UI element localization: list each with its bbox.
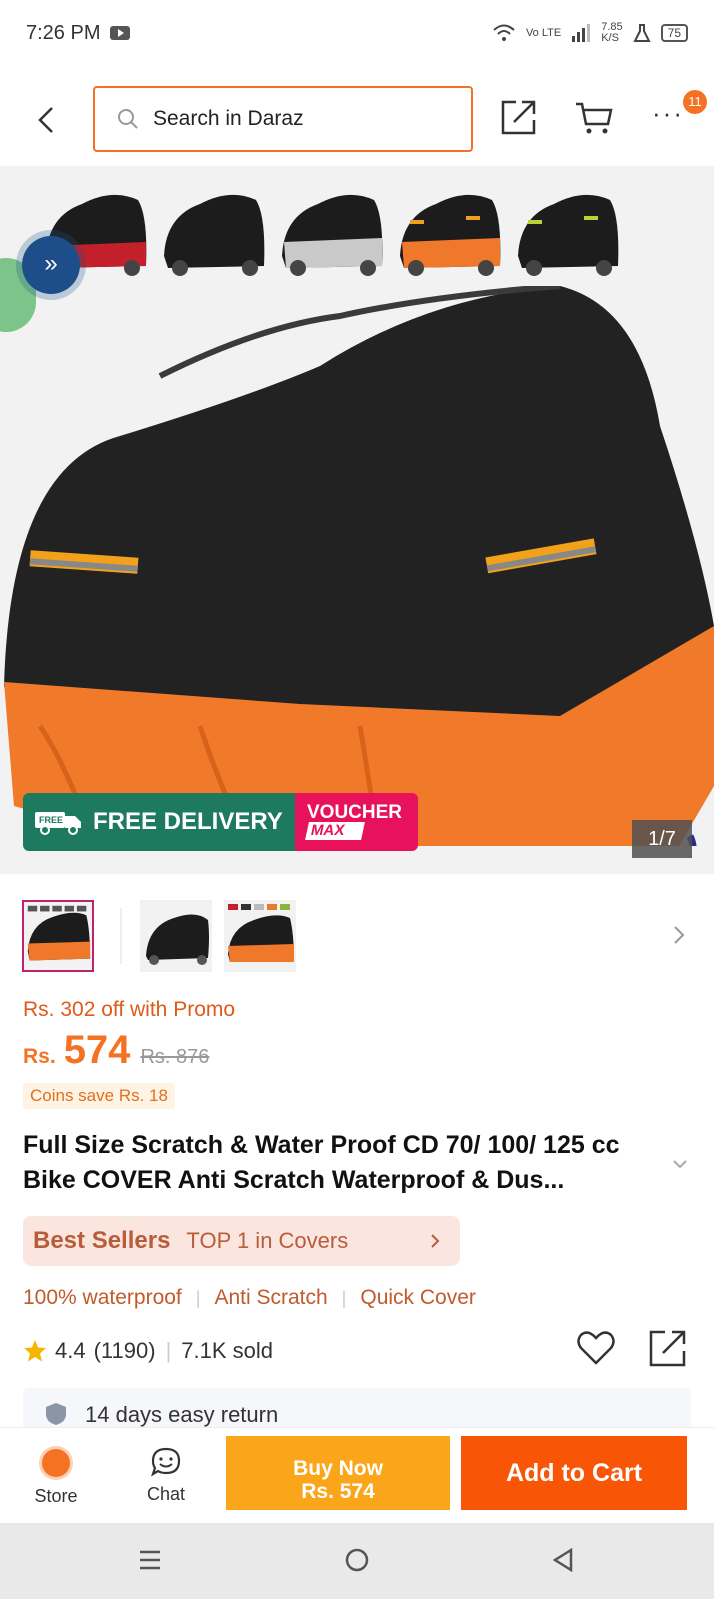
original-price: Rs. 876: [140, 1046, 210, 1068]
share-icon[interactable]: [648, 1328, 688, 1368]
tag-separator: |: [195, 1287, 201, 1308]
tag-separator: |: [341, 1287, 347, 1308]
image-counter: 1/7: [632, 820, 692, 858]
recent-apps-icon[interactable]: [138, 1549, 162, 1571]
store-logo-icon: [39, 1446, 73, 1480]
buy-now-button[interactable]: Buy Now Rs. 574: [226, 1436, 450, 1510]
rating-row: 4.4 (1190) | 7.1K sold: [23, 1330, 703, 1367]
promo-text: Rs. 302 off with Promo: [23, 998, 236, 1021]
wifi-icon: [493, 24, 515, 41]
add-to-cart-button[interactable]: Add to Cart: [461, 1436, 687, 1510]
status-icons: Vo LTE 7.85 K/S 75: [492, 22, 688, 44]
variant-black-thumb[interactable]: [160, 186, 268, 278]
tag-anti-scratch: Anti Scratch: [214, 1286, 328, 1309]
signal-icon: [572, 24, 591, 42]
thumbnail-1[interactable]: [22, 900, 94, 972]
variant-silver-thumb[interactable]: [278, 186, 386, 278]
notification-badge: 11: [683, 90, 707, 114]
tag-waterproof: 100% waterproof: [23, 1286, 182, 1309]
status-bar: 7:26 PM Vo LTE 7.85 K/S 75: [0, 0, 714, 66]
free-badge-text: FREE: [39, 815, 63, 825]
product-main-image[interactable]: [0, 286, 714, 846]
voucher-label: VOUCHER: [307, 802, 403, 823]
image-thumbnails: [22, 900, 702, 974]
star-icon: [24, 1340, 46, 1362]
best-sellers-rank: TOP 1 in Covers: [186, 1228, 349, 1253]
chat-label: Chat: [146, 1484, 186, 1504]
max-label: MAX: [305, 822, 365, 840]
product-gallery[interactable]: » FREE FREE DELIVERY VOUCHER MAX 1/7: [0, 166, 714, 874]
share-icon[interactable]: [500, 98, 538, 136]
best-sellers-label: Best Sellers: [33, 1227, 171, 1254]
price-value: 574: [63, 1028, 131, 1072]
buy-now-label: Buy Now: [293, 1457, 383, 1480]
buy-now-price: Rs. 574: [301, 1480, 375, 1503]
battery-indicator: 75: [660, 24, 688, 42]
chevron-down-icon[interactable]: [672, 1158, 688, 1170]
returns-policy-row[interactable]: 14 days easy return: [23, 1388, 691, 1428]
chevron-right-icon[interactable]: [672, 924, 686, 946]
bottom-action-bar: Store Chat Buy Now Rs. 574 Add to Cart: [0, 1427, 714, 1523]
voucher-max-section: VOUCHER MAX: [295, 793, 418, 851]
shield-icon: [46, 1403, 66, 1425]
chat-icon: [151, 1447, 181, 1477]
status-time: 7:26 PM: [26, 21, 101, 44]
variant-green-thumb[interactable]: [514, 186, 622, 278]
store-label: Store: [34, 1486, 78, 1506]
delivery-truck-icon: FREE: [35, 812, 81, 835]
search-input[interactable]: Search in Daraz: [93, 86, 473, 152]
feature-tags: 100% waterproof | Anti Scratch | Quick C…: [23, 1286, 476, 1310]
volte-indicator: Vo LTE: [525, 27, 562, 39]
chat-button[interactable]: Chat: [138, 1446, 194, 1505]
best-sellers-banner[interactable]: Best Sellers TOP 1 in Covers: [23, 1216, 460, 1266]
youtube-icon: [110, 26, 131, 40]
rating-count[interactable]: (1190): [94, 1338, 156, 1364]
cart-icon[interactable]: [574, 100, 614, 136]
thumbnail-divider: [120, 908, 122, 964]
network-speed: 7.85 K/S: [601, 21, 623, 44]
more-options-button[interactable]: ···: [652, 98, 684, 129]
price-currency: Rs.: [23, 1045, 56, 1068]
back-triangle-icon[interactable]: [551, 1547, 575, 1573]
rating-value[interactable]: 4.4: [55, 1338, 86, 1364]
chevron-right-icon: [431, 1234, 440, 1248]
thumbnail-2[interactable]: [140, 900, 212, 972]
price-row: Rs. 574 Rs. 876: [23, 1028, 209, 1073]
returns-text: 14 days easy return: [85, 1402, 279, 1427]
search-icon: [118, 109, 138, 129]
system-nav-bar: [0, 1523, 714, 1599]
free-delivery-label: FREE DELIVERY: [93, 808, 283, 835]
store-button[interactable]: Store: [28, 1446, 84, 1507]
free-delivery-banner[interactable]: FREE FREE DELIVERY VOUCHER MAX: [23, 793, 418, 851]
coins-badge: Coins save Rs. 18: [23, 1083, 175, 1109]
sold-count: 7.1K sold: [181, 1338, 274, 1363]
product-title: Full Size Scratch & Water Proof CD 70/ 1…: [23, 1131, 620, 1194]
back-arrow-icon[interactable]: [36, 106, 56, 134]
free-delivery-section: FREE FREE DELIVERY: [23, 793, 295, 851]
top-header: Search in Daraz ··· 11: [0, 70, 714, 170]
rating-separator: |: [165, 1338, 172, 1363]
wishlist-heart-icon[interactable]: [576, 1330, 616, 1366]
tag-quick-cover: Quick Cover: [360, 1286, 476, 1309]
search-placeholder: Search in Daraz: [153, 107, 304, 130]
thumbnail-3[interactable]: [224, 900, 296, 972]
home-icon[interactable]: [344, 1547, 370, 1573]
variant-orange-thumb[interactable]: [396, 186, 504, 278]
lab-flask-icon: [633, 24, 651, 42]
